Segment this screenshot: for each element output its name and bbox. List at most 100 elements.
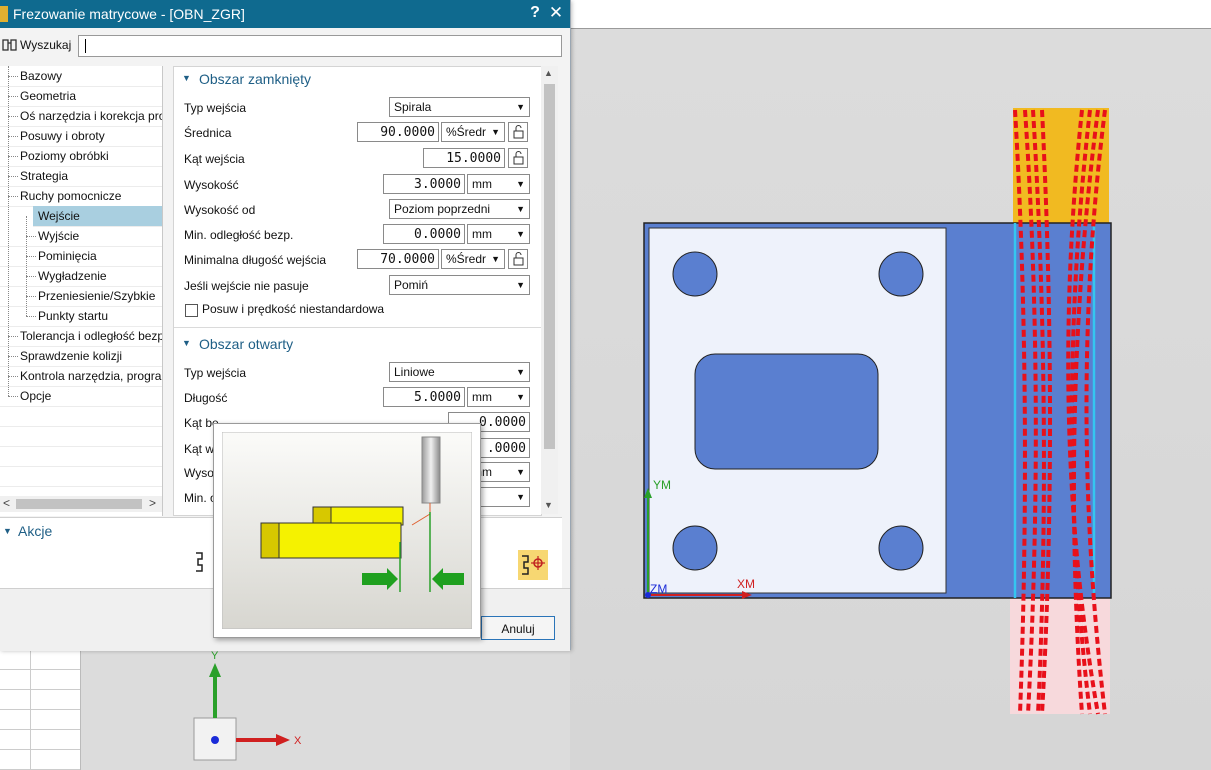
tree-item-label: Sprawdzenie kolizji	[20, 349, 123, 363]
tree-item-sprawdzenie-kolizji[interactable]: Sprawdzenie kolizji	[0, 346, 162, 367]
form-vertical-scrollbar[interactable]: ▲ ▼	[541, 66, 558, 514]
lock-icon[interactable]	[508, 148, 528, 168]
tree-item-posuwy[interactable]: Posuwy i obroty	[0, 126, 162, 147]
label-dlugosc: Długość	[184, 391, 228, 405]
dropdown-min-dlugosc-unit[interactable]: %Średr ▼	[441, 249, 505, 269]
tree-item-label: Kontrola narzędzia, prograr	[20, 369, 162, 383]
tree-horizontal-scrollbar[interactable]: < >	[0, 496, 162, 512]
tree-item-wejscie[interactable]: Wejście	[33, 206, 162, 227]
label-jesli-wejscie: Jeśli wejście nie pasuje	[184, 279, 309, 293]
lock-icon[interactable]	[508, 249, 528, 269]
text-caret	[85, 39, 86, 53]
dropdown-wysokosc-unit[interactable]: mm ▼	[467, 174, 530, 194]
dialog-title: Frezowanie matrycowe - [OBN_ZGR]	[13, 6, 245, 22]
dropdown-arrow-icon: ▼	[516, 367, 525, 377]
hole-bottom-right[interactable]	[878, 525, 924, 571]
scroll-left-icon[interactable]: <	[3, 496, 10, 510]
scroll-thumb[interactable]	[16, 499, 142, 509]
section-title: Obszar zamknięty	[199, 71, 312, 87]
input-min-dlugosc[interactable]: 70.0000	[357, 249, 439, 269]
tree-item-label: Wyjście	[38, 229, 80, 243]
help-icon[interactable]: ?	[527, 4, 543, 22]
dropdown-open-typ-wejscia[interactable]: Liniowe ▼	[389, 362, 530, 382]
search-label: Wyszukaj	[20, 38, 72, 52]
tree-item-opcje[interactable]: Opcje	[0, 386, 162, 407]
tree-item-label: Ruchy pomocnicze	[20, 189, 122, 203]
dropdown-dlugosc-unit[interactable]: mm ▼	[467, 387, 530, 407]
dropdown-wysokosc-od[interactable]: Poziom poprzedni ▼	[389, 199, 530, 219]
cancel-button[interactable]: Anuluj	[481, 616, 555, 640]
tree-item-geometria[interactable]: Geometria	[0, 86, 162, 107]
label-wyso: Wyso	[184, 466, 214, 480]
tree-empty-row	[0, 466, 162, 487]
tree-item-bazowy[interactable]: Bazowy	[0, 66, 162, 87]
label-wysokosc-od: Wysokość od	[184, 203, 256, 217]
viewport-canvas[interactable]: YM XM ZM	[570, 0, 1211, 770]
dropdown-value: mm	[472, 227, 492, 241]
tree-item-kontrola-narzedzia[interactable]: Kontrola narzędzia, prograr	[0, 366, 162, 387]
tree-item-pominiecia[interactable]: Pominięcia	[0, 246, 162, 267]
tree-empty-row	[0, 406, 162, 427]
tree-item-punkty-startu[interactable]: Punkty startu	[0, 306, 162, 327]
graphics-viewport[interactable]: YM XM ZM	[570, 0, 1211, 770]
tree-item-ruchy-pomocnicze[interactable]: Ruchy pomocnicze	[0, 186, 162, 207]
action-verify-icon[interactable]	[518, 550, 548, 580]
wcs-ym-label: YM	[653, 478, 671, 492]
dropdown-arrow-icon: ▼	[516, 179, 525, 189]
label-posuw: Posuw i prędkość niestandardowa	[202, 302, 385, 316]
hole-top-right[interactable]	[878, 251, 924, 297]
dropdown-min-odleglosc-unit[interactable]: mm ▼	[467, 224, 530, 244]
tree-item-wygladzenie[interactable]: Wygładzenie	[0, 266, 162, 287]
dropdown-arrow-icon: ▼	[516, 204, 525, 214]
tree-item-label: Wejście	[38, 209, 80, 223]
close-icon[interactable]: ✕	[548, 3, 564, 23]
tree-empty-row	[0, 446, 162, 467]
input-wysokosc[interactable]: 3.0000	[383, 174, 465, 194]
hole-bottom-left[interactable]	[672, 525, 718, 571]
tree-item-label: Punkty startu	[38, 309, 109, 323]
dropdown-arrow-icon: ▼	[491, 127, 500, 137]
tree-item-poziomy[interactable]: Poziomy obróbki	[0, 146, 162, 167]
search-input[interactable]	[78, 35, 562, 57]
app-icon	[0, 6, 8, 22]
label-min-odleglosc: Min. odległość bezp.	[184, 228, 294, 242]
tree-item-label: Opcje	[20, 389, 52, 403]
lock-icon[interactable]	[508, 122, 528, 142]
input-srednica[interactable]: 90.0000	[357, 122, 439, 142]
dropdown-jesli-wejscie[interactable]: Pomiń ▼	[389, 275, 530, 295]
tree-item-label: Bazowy	[20, 69, 63, 83]
tree-item-label: Wygładzenie	[38, 269, 107, 283]
navigation-tree[interactable]: Bazowy Geometria Oś narzędzia i korekcja…	[0, 66, 163, 516]
input-dlugosc[interactable]: 5.0000	[383, 387, 465, 407]
dropdown-srednica-unit[interactable]: %Średr ▼	[441, 122, 505, 142]
navigator-grid	[0, 650, 81, 770]
dialog-titlebar[interactable]: Frezowanie matrycowe - [OBN_ZGR] ? ✕	[0, 0, 570, 28]
scroll-down-icon[interactable]: ▼	[544, 500, 553, 510]
label-wysokosc: Wysokość	[184, 178, 239, 192]
tree-item-tolerancja[interactable]: Tolerancja i odległość bezp	[0, 326, 162, 347]
section-closed-area[interactable]: ▼ Obszar zamknięty	[174, 67, 541, 91]
triangle-down-icon: ▼	[182, 338, 191, 348]
dropdown-arrow-icon: ▼	[516, 467, 525, 477]
scroll-up-icon[interactable]: ▲	[544, 68, 553, 78]
triad-y-label: Y	[211, 650, 219, 662]
hole-top-left[interactable]	[672, 251, 718, 297]
section-open-area[interactable]: ▼ Obszar otwarty	[174, 332, 541, 356]
tree-item-wyjscie[interactable]: Wyjście	[0, 226, 162, 247]
dropdown-arrow-icon: ▼	[516, 102, 525, 112]
input-kat-wejscia[interactable]: 15.0000	[423, 148, 505, 168]
tree-item-strategia[interactable]: Strategia	[0, 166, 162, 187]
label-open-typ-wejscia: Typ wejścia	[184, 366, 247, 380]
label-kat-w: Kąt w	[184, 442, 215, 456]
tree-item-label: Przeniesienie/Szybkie	[38, 289, 156, 303]
scroll-right-icon[interactable]: >	[149, 496, 156, 510]
scroll-thumb[interactable]	[544, 84, 555, 449]
tree-item-os-narzedzia[interactable]: Oś narzędzia i korekcja pro	[0, 106, 162, 127]
triad-x-label: X	[294, 735, 302, 747]
checkbox-posuw[interactable]	[185, 304, 198, 317]
center-boss[interactable]	[694, 353, 879, 470]
input-min-odleglosc[interactable]: 0.0000	[383, 224, 465, 244]
dropdown-typ-wejscia[interactable]: Spirala ▼	[389, 97, 530, 117]
section-title: Obszar otwarty	[199, 336, 294, 352]
tree-item-przeniesienie[interactable]: Przeniesienie/Szybkie	[0, 286, 162, 307]
